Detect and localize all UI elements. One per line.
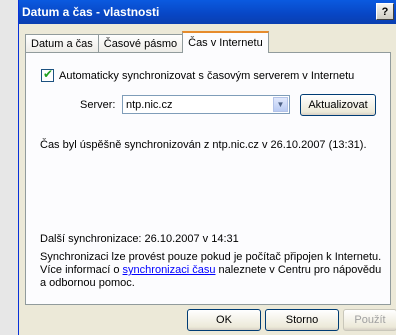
tab-date-time[interactable]: Datum a čas: [25, 34, 99, 53]
help-icon: ?: [381, 5, 389, 18]
button-label: Storno: [285, 314, 319, 326]
button-label: OK: [216, 314, 232, 326]
ok-button[interactable]: OK: [187, 309, 261, 331]
info-text: Synchronizaci lze provést pouze pokud je…: [40, 251, 385, 290]
tab-time-zone[interactable]: Časové pásmo: [97, 34, 184, 53]
tab-panel-internet-time: ✔ Automaticky synchronizovat s časovým s…: [25, 52, 391, 305]
dropdown-arrow-icon[interactable]: ▼: [273, 97, 288, 112]
button-label: Použít: [354, 314, 386, 326]
server-value[interactable]: ntp.nic.cz: [126, 99, 172, 111]
tab-internet-time[interactable]: Čas v Internetu: [182, 31, 269, 53]
dialog-window: Datum a čas - vlastnosti ? Datum a čas Č…: [18, 0, 396, 335]
time-sync-help-link[interactable]: synchronizaci času: [123, 264, 216, 276]
cancel-button[interactable]: Storno: [265, 309, 339, 331]
auto-sync-label[interactable]: Automaticky synchronizovat s časovým ser…: [59, 70, 354, 82]
window-title: Datum a čas - vlastnosti: [22, 5, 160, 19]
title-bar[interactable]: Datum a čas - vlastnosti ?: [19, 0, 396, 24]
auto-sync-checkbox[interactable]: ✔: [41, 67, 54, 82]
auto-sync-row[interactable]: ✔ Automaticky synchronizovat s časovým s…: [41, 67, 354, 82]
button-label: Aktualizovat: [308, 99, 368, 111]
server-label: Server:: [80, 99, 116, 111]
server-combobox[interactable]: ntp.nic.cz ▼: [122, 95, 290, 114]
tab-label: Čas v Internetu: [188, 37, 263, 49]
update-now-button[interactable]: Aktualizovat: [300, 94, 376, 116]
tab-strip: Datum a čas Časové pásmo Čas v Internetu: [25, 31, 269, 53]
tab-label: Časové pásmo: [103, 38, 178, 50]
tab-label: Datum a čas: [31, 38, 93, 50]
sync-status-text: Čas byl úspěšně synchronizován z ntp.nic…: [40, 139, 367, 151]
apply-button[interactable]: Použít: [343, 309, 396, 331]
checkmark-icon: ✔: [43, 67, 54, 81]
help-button[interactable]: ?: [376, 3, 394, 20]
next-sync-text: Další synchronizace: 26.10.2007 v 14:31: [40, 233, 239, 245]
